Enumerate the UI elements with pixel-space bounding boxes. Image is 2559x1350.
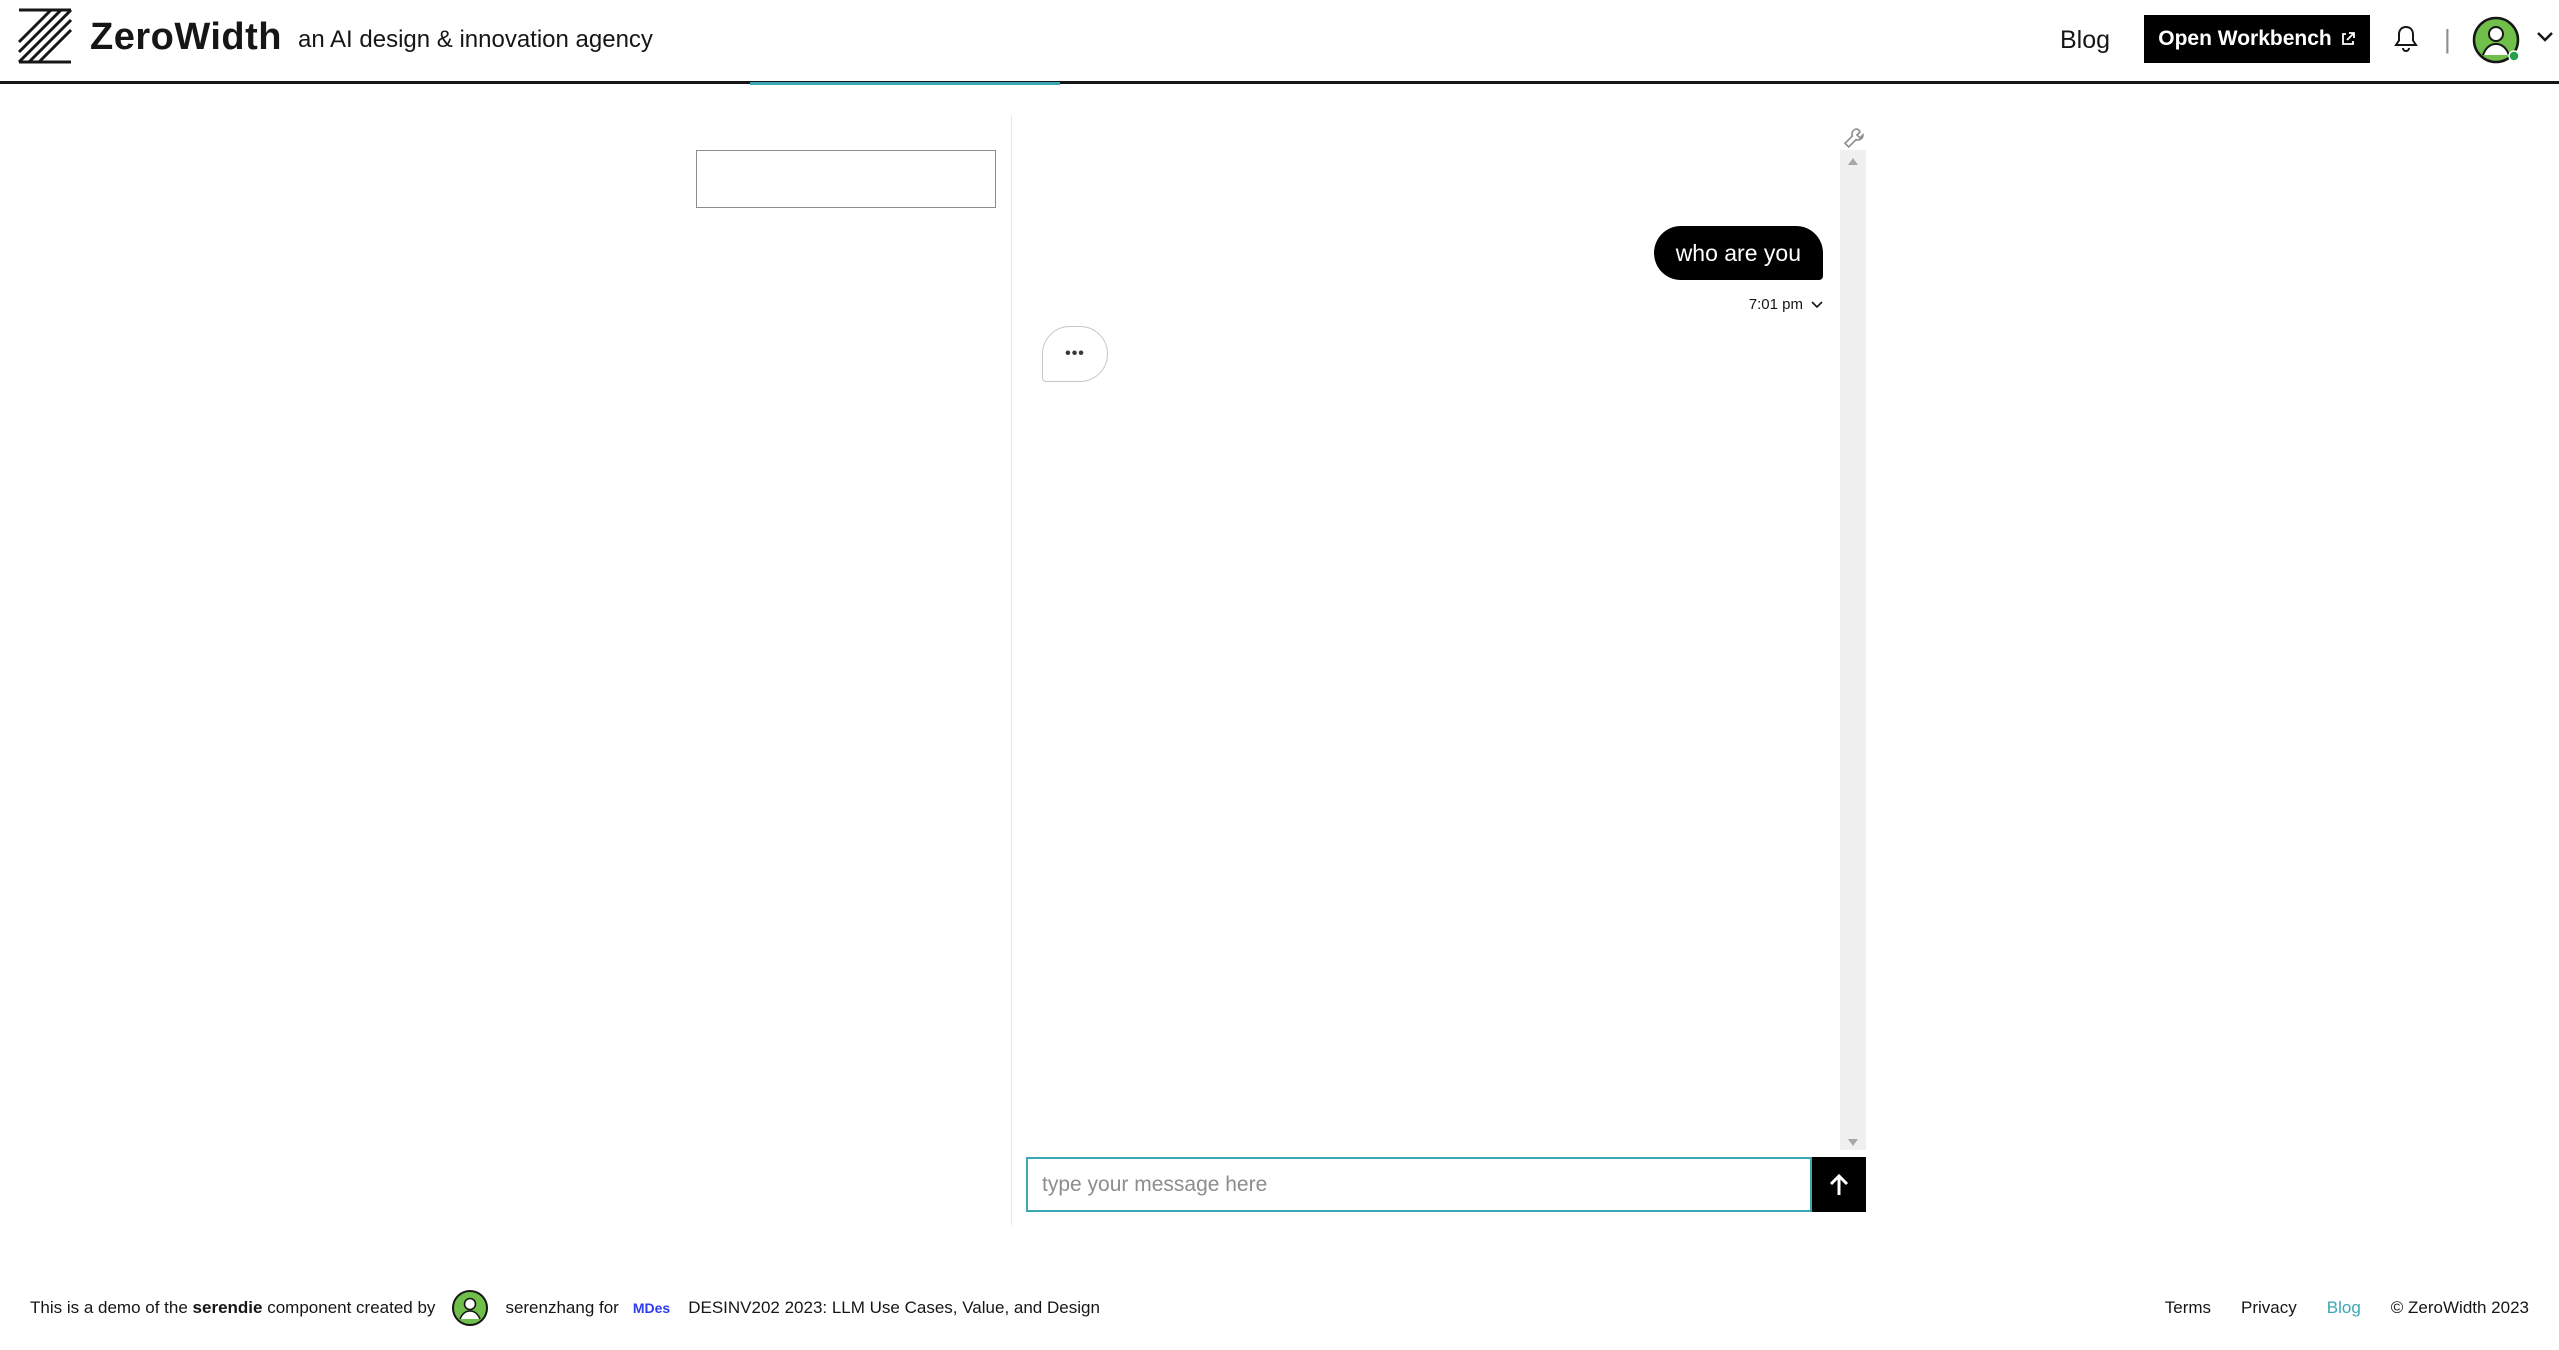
scroll-up-arrow-icon[interactable] — [1847, 156, 1859, 166]
arrow-up-icon — [1829, 1173, 1849, 1195]
online-status-dot — [2508, 50, 2520, 62]
chevron-down-icon — [1811, 300, 1823, 308]
footer-blog-link[interactable]: Blog — [2327, 1298, 2361, 1318]
scroll-down-arrow-icon[interactable] — [1847, 1138, 1859, 1148]
zerowidth-logo-icon[interactable] — [17, 8, 73, 64]
privacy-link[interactable]: Privacy — [2241, 1298, 2297, 1318]
user-avatar[interactable] — [2472, 14, 2528, 66]
open-workbench-button[interactable]: Open Workbench — [2144, 15, 2370, 63]
brand-name[interactable]: ZeroWidth — [90, 12, 282, 62]
top-header: ZeroWidth an AI design & innovation agen… — [0, 0, 2559, 85]
copyright: © ZeroWidth 2023 — [2390, 1298, 2529, 1317]
footer-intro: This is a demo of the — [30, 1298, 188, 1317]
mdes-badge[interactable]: MDes — [633, 1300, 670, 1316]
assistant-typing-indicator: ••• — [1042, 326, 1108, 382]
author-name[interactable]: serenzhang for — [505, 1298, 618, 1318]
course-link[interactable]: DESINV202 2023: LLM Use Cases, Value, an… — [688, 1298, 1100, 1318]
wrench-settings-icon[interactable] — [1842, 126, 1866, 150]
brand-tagline: an AI design & innovation agency — [298, 26, 653, 53]
external-link-icon — [2341, 32, 2355, 45]
account-menu-chevron-icon[interactable] — [2536, 30, 2554, 44]
terms-link[interactable]: Terms — [2165, 1298, 2211, 1318]
notification-bell-icon[interactable] — [2393, 24, 2419, 54]
message-timestamp[interactable]: 7:01 pm — [1749, 296, 1823, 313]
footer-attribution: This is a demo of the serendie component… — [30, 1289, 1100, 1327]
chat-scrollbar[interactable] — [1840, 150, 1866, 1150]
footer-links: Terms Privacy Blog © ZeroWidth 2023 — [2165, 1292, 2529, 1324]
active-tab-indicator — [750, 82, 1060, 85]
chat-panel-divider — [1011, 115, 1012, 1225]
user-message-bubble: who are you — [1653, 226, 1823, 280]
left-panel-text-field[interactable] — [696, 150, 996, 208]
nav-blog-link[interactable]: Blog — [2060, 24, 2110, 56]
footer-created-by: component created by — [267, 1298, 436, 1317]
component-name-link[interactable]: serendie — [193, 1298, 263, 1318]
open-workbench-label: Open Workbench — [2158, 27, 2332, 50]
message-input[interactable] — [1026, 1157, 1812, 1212]
author-avatar-icon[interactable] — [451, 1289, 489, 1327]
header-separator: | — [2444, 24, 2451, 54]
send-button[interactable] — [1812, 1157, 1866, 1212]
avatar-icon — [2472, 16, 2520, 64]
message-time: 7:01 pm — [1748, 296, 1803, 313]
